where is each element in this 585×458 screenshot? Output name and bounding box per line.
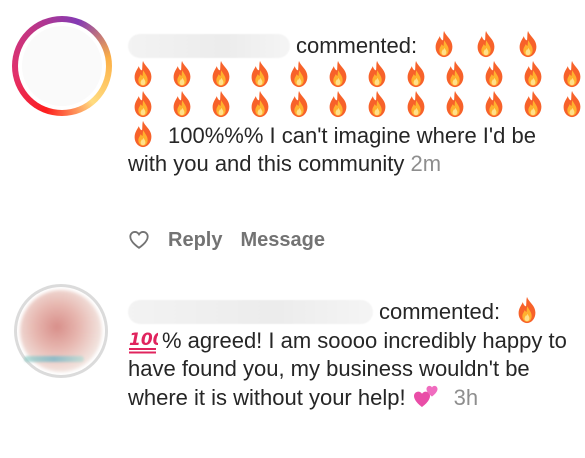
comment-body: commented: 100%%% I can't imagine where … [128, 30, 573, 178]
two-hearts-emoji-icon [413, 385, 438, 407]
fire-emoji-icon [128, 60, 158, 88]
heart-outline-icon[interactable] [128, 229, 150, 251]
fire-emoji-icon [471, 30, 501, 58]
fire-emoji-icon [362, 60, 392, 88]
fire-emoji-icon [167, 90, 197, 118]
fire-emoji-icon [206, 90, 236, 118]
fire-emoji-icon [362, 90, 392, 118]
comment-timestamp: 3h [453, 385, 479, 410]
fire-emoji-row [128, 60, 573, 90]
fire-emoji-icon [557, 90, 585, 118]
fire-emoji-icon [128, 120, 158, 148]
fire-emoji-icon [245, 60, 275, 88]
redacted-username [128, 34, 290, 58]
fire-emoji-icon [245, 90, 275, 118]
comment-text: % agreed! I am soooo incredibly happy to… [128, 328, 567, 410]
comment-timestamp: 2m [410, 151, 442, 176]
comment-text-block: 100%%% I can't imagine where I'd be with… [128, 120, 573, 178]
fire-emoji-icon [440, 60, 470, 88]
fire-emoji-icon [518, 60, 548, 88]
fire-emoji-icon [518, 90, 548, 118]
avatar [22, 26, 102, 106]
comment-verb: commented: [379, 299, 501, 324]
fire-emoji-icon [206, 60, 236, 88]
fire-emoji-icon [323, 90, 353, 118]
fire-emoji-icon [479, 90, 509, 118]
message-button[interactable]: Message [240, 226, 325, 254]
fire-emoji-icon [429, 30, 459, 58]
comment-item: commented: 100%%% I can't imagine where … [0, 0, 585, 270]
fire-emoji-icon [479, 60, 509, 88]
comment-body: commented: 100 % agreed! I am soooo incr… [128, 296, 578, 412]
comment-text-block: 100 % agreed! I am soooo incredibly happ… [128, 326, 578, 412]
hundred-points-emoji-icon: 100 [129, 330, 158, 354]
comment-verb: commented: [296, 33, 418, 58]
fire-emoji-icon [128, 90, 158, 118]
fire-emoji-icon [440, 90, 470, 118]
fire-emoji-icon [401, 60, 431, 88]
comment-item: commented: 100 % agreed! I am soooo incr… [0, 270, 585, 458]
fire-emoji-icon [557, 60, 585, 88]
fire-emoji-icon [401, 90, 431, 118]
comment-text: 100%%% I can't imagine where I'd be with… [128, 123, 536, 176]
svg-text:100: 100 [129, 330, 158, 350]
fire-emoji-icon [512, 296, 542, 324]
fire-emoji-icon [284, 60, 314, 88]
fire-emoji-icon [513, 30, 543, 58]
fire-emoji-icon [284, 90, 314, 118]
redacted-username [128, 300, 373, 324]
comment-actions: Reply Message [128, 226, 325, 254]
reply-button[interactable]: Reply [168, 226, 222, 254]
avatar-ring[interactable] [14, 284, 108, 378]
fire-emoji-icon [323, 60, 353, 88]
fire-emoji-row [128, 90, 573, 120]
avatar-story-ring[interactable] [12, 16, 112, 116]
fire-emoji-icon [167, 60, 197, 88]
